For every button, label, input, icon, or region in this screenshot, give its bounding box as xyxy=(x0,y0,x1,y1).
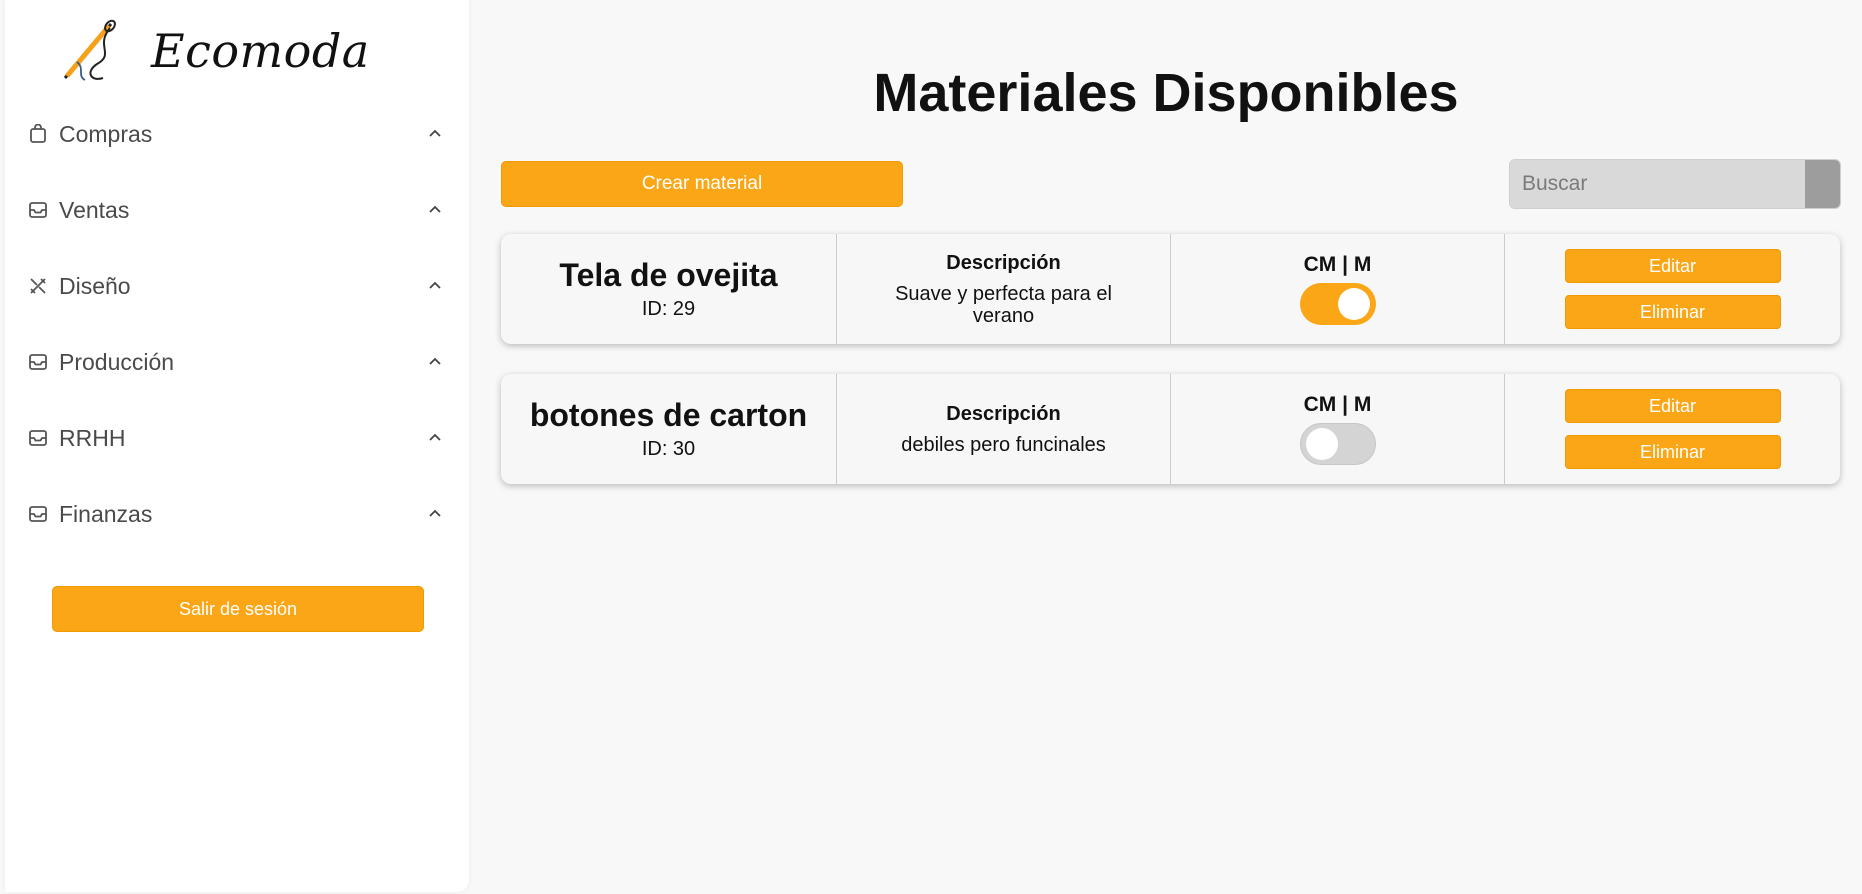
create-material-button[interactable]: Crear material xyxy=(501,161,903,207)
material-description-cell: Descripción Suave y perfecta para el ver… xyxy=(836,234,1170,344)
material-description-cell: Descripción debiles pero funcinales xyxy=(836,374,1170,484)
unit-cell: CM | M xyxy=(1170,234,1504,344)
chevron-up-icon[interactable] xyxy=(425,352,445,372)
chevron-up-icon[interactable] xyxy=(425,504,445,524)
unit-toggle[interactable] xyxy=(1299,423,1376,465)
sidebar-item-rrhh[interactable]: RRHH xyxy=(5,400,469,476)
search-button[interactable] xyxy=(1805,160,1840,208)
page-title: Materiales Disponibles xyxy=(873,63,1459,123)
sidebar-item-label: RRHH xyxy=(59,424,126,451)
description-title: Descripción xyxy=(946,402,1061,425)
actions-cell: Editar Eliminar xyxy=(1504,374,1840,484)
sidebar-item-diseno[interactable]: Diseño xyxy=(5,248,469,324)
material-name: botones de carton xyxy=(529,397,808,433)
inbox-icon xyxy=(27,427,49,449)
chevron-up-icon[interactable] xyxy=(425,200,445,220)
sidebar-item-label: Diseño xyxy=(59,272,131,299)
sidebar-item-finanzas[interactable]: Finanzas xyxy=(5,476,469,552)
description-title: Descripción xyxy=(946,251,1061,274)
sidebar-item-label: Producción xyxy=(59,348,175,375)
sidebar: Ecomoda Compras Ventas Diseño Producción… xyxy=(5,0,469,892)
chevron-up-icon[interactable] xyxy=(425,124,445,144)
description-text: debiles pero funcinales xyxy=(901,433,1106,456)
brand-name: Ecomoda xyxy=(151,24,370,78)
material-id: ID: 30 xyxy=(641,438,696,460)
needle-thread-icon xyxy=(55,16,125,86)
actions-cell: Editar Eliminar xyxy=(1504,234,1840,344)
chevron-up-icon[interactable] xyxy=(425,428,445,448)
unit-label: CM | M xyxy=(1303,393,1372,416)
inbox-icon xyxy=(27,199,49,221)
inbox-icon xyxy=(27,503,49,525)
unit-label: CM | M xyxy=(1303,253,1372,276)
toggle-knob xyxy=(1305,428,1338,460)
material-name: Tela de ovejita xyxy=(559,257,778,293)
sidebar-item-label: Finanzas xyxy=(59,500,153,527)
sidebar-nav: Compras Ventas Diseño Producción RRHH Fi… xyxy=(5,96,469,552)
sidebar-item-ventas[interactable]: Ventas xyxy=(5,172,469,248)
brand[interactable]: Ecomoda xyxy=(55,16,370,86)
material-name-cell: botones de carton ID: 30 xyxy=(501,374,836,484)
shopping-bag-icon xyxy=(27,123,49,145)
material-name-cell: Tela de ovejita ID: 29 xyxy=(501,234,836,344)
sidebar-item-label: Compras xyxy=(59,120,153,147)
toggle-knob xyxy=(1337,288,1370,320)
material-card: botones de carton ID: 30 Descripción deb… xyxy=(501,374,1840,484)
unit-toggle[interactable] xyxy=(1299,283,1376,325)
design-tools-icon xyxy=(27,275,49,297)
delete-button[interactable]: Eliminar xyxy=(1564,435,1781,469)
edit-button[interactable]: Editar xyxy=(1564,249,1781,283)
sidebar-item-label: Ventas xyxy=(59,196,130,223)
unit-cell: CM | M xyxy=(1170,374,1504,484)
delete-button[interactable]: Eliminar xyxy=(1564,295,1781,329)
sidebar-item-produccion[interactable]: Producción xyxy=(5,324,469,400)
material-id: ID: 29 xyxy=(641,298,696,320)
search-bar xyxy=(1509,159,1841,209)
sidebar-item-compras[interactable]: Compras xyxy=(5,96,469,172)
description-text: Suave y perfecta para el verano xyxy=(895,282,1112,327)
logout-button[interactable]: Salir de sesión xyxy=(52,586,424,632)
inbox-icon xyxy=(27,351,49,373)
search-input[interactable] xyxy=(1510,160,1805,208)
chevron-up-icon[interactable] xyxy=(425,276,445,296)
material-card: Tela de ovejita ID: 29 Descripción Suave… xyxy=(501,234,1840,344)
edit-button[interactable]: Editar xyxy=(1564,389,1781,423)
